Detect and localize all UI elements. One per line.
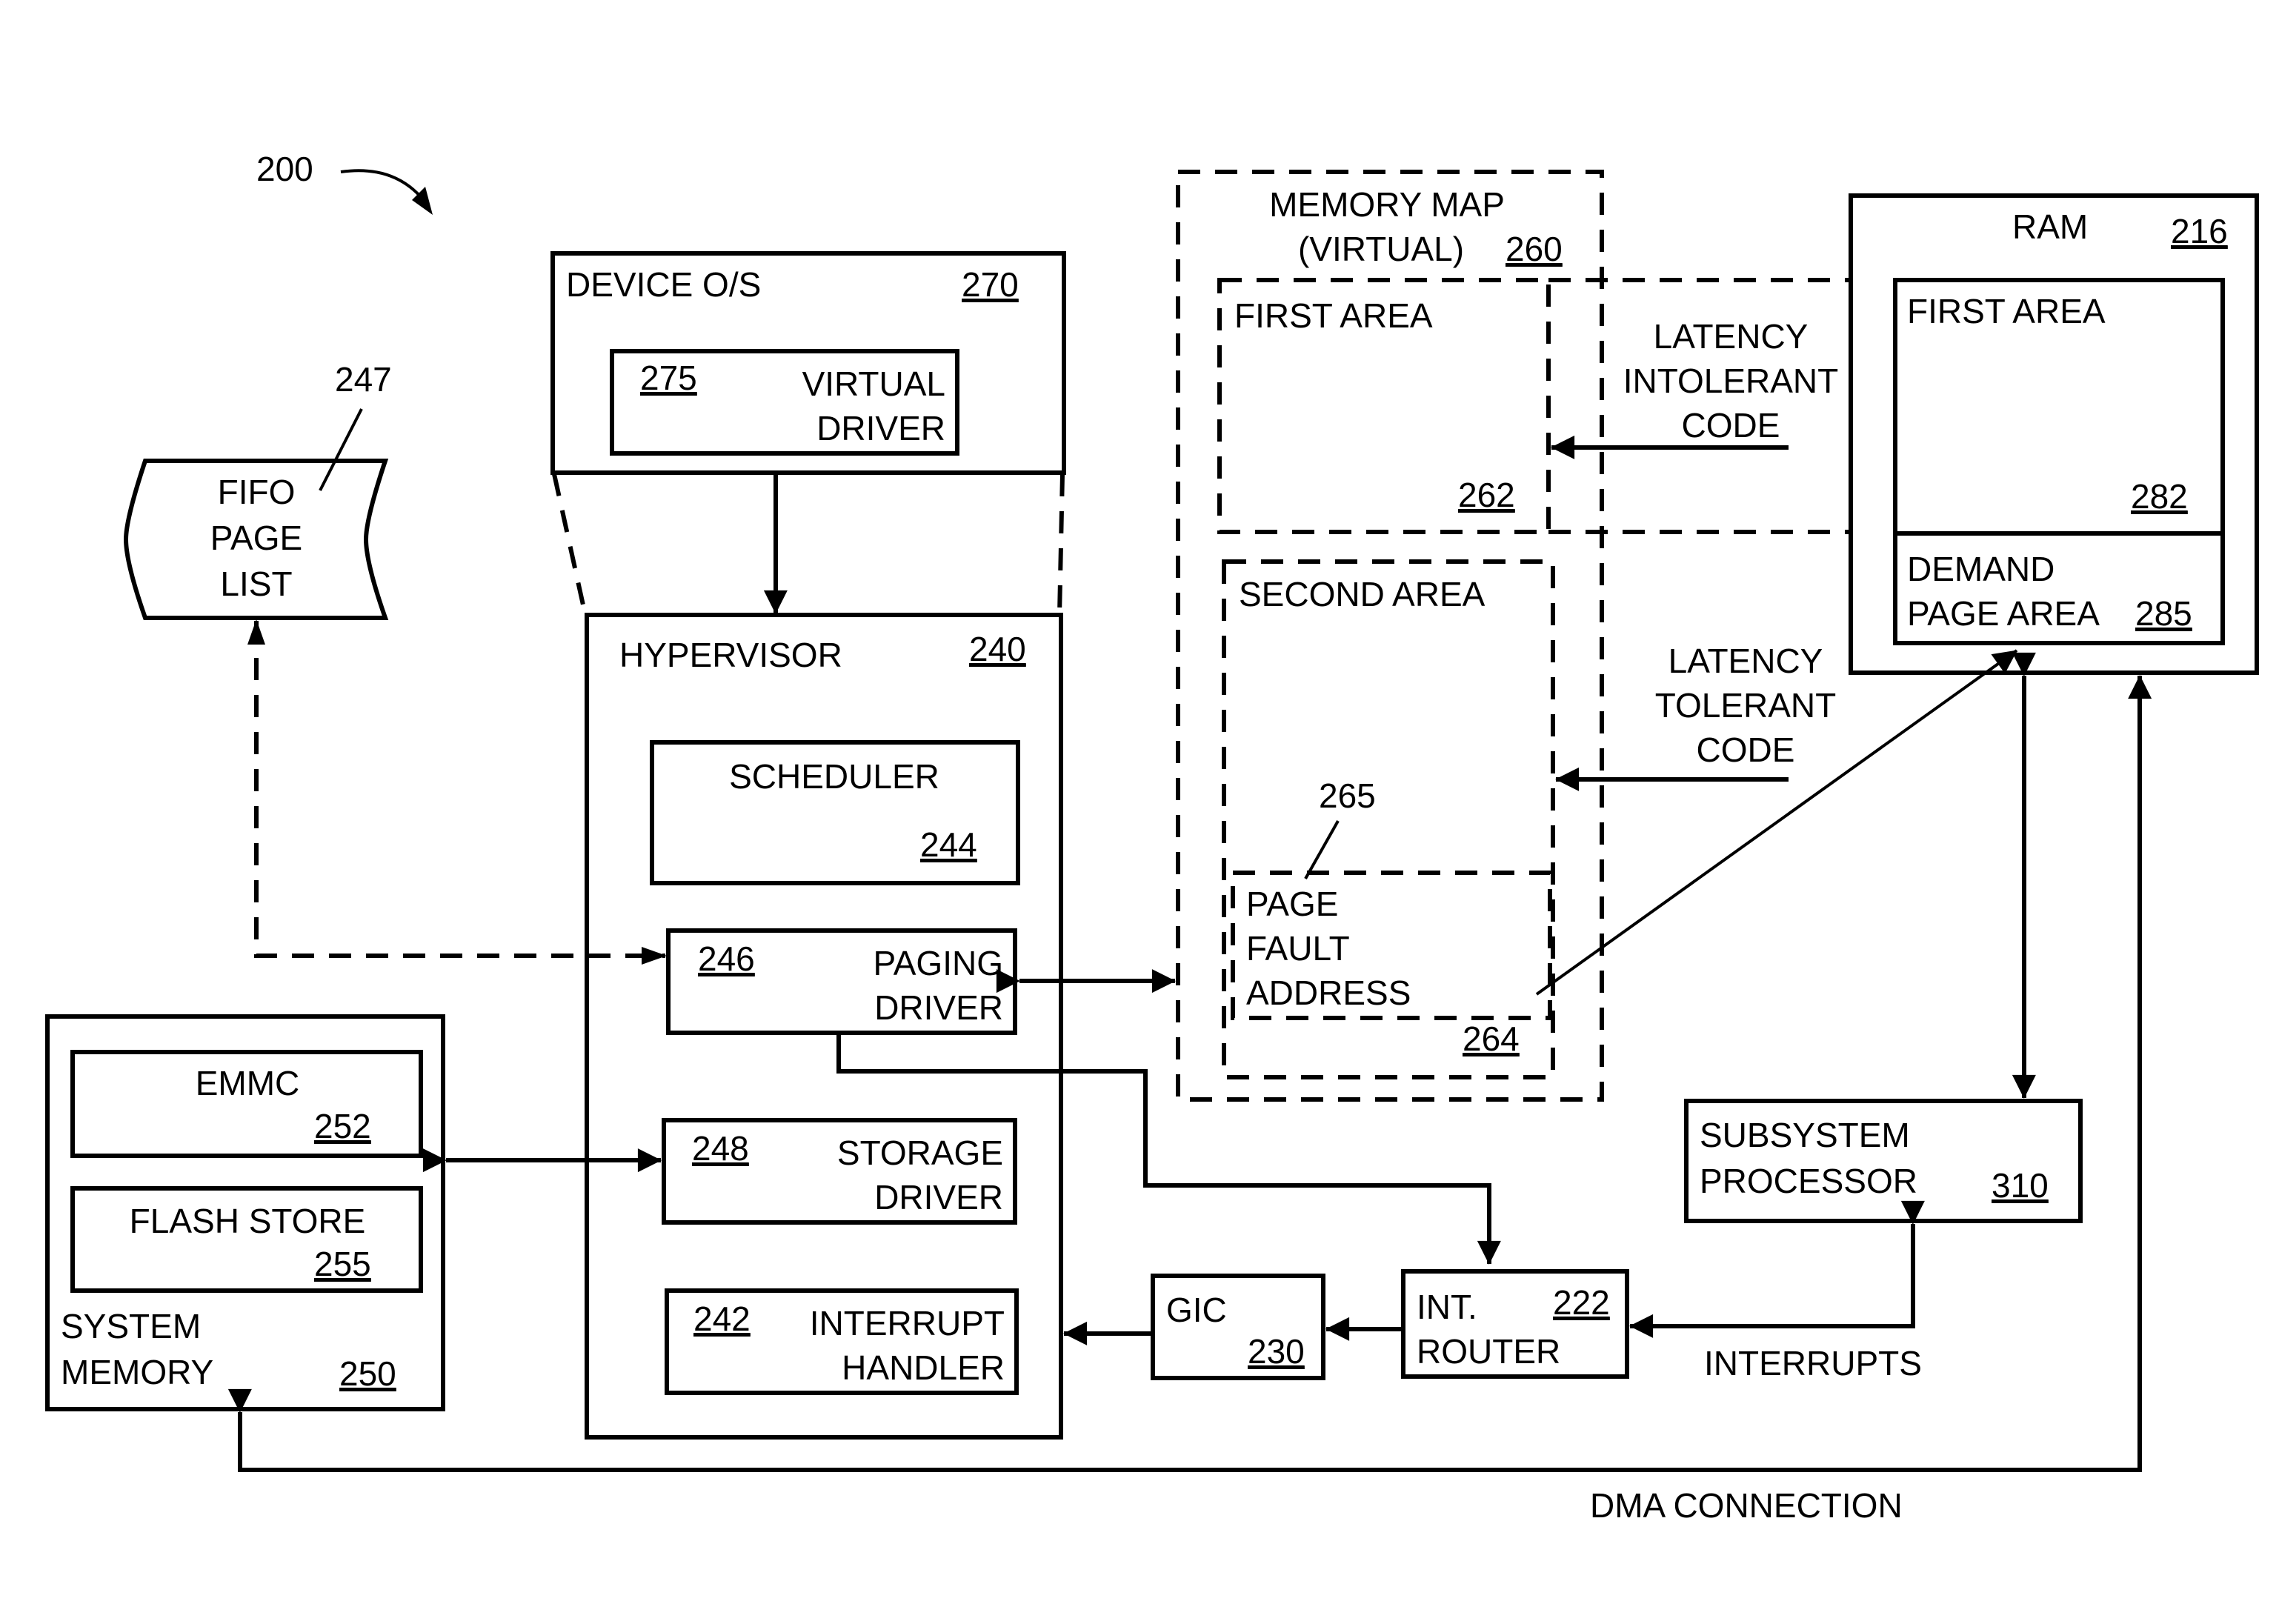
ram-ref: 216	[2171, 212, 2228, 250]
demand-page-line-2: PAGE AREA	[1907, 594, 2100, 633]
int-router-line-1: INT.	[1417, 1288, 1477, 1326]
memory-map: MEMORY MAP (VIRTUAL) 260 FIRST AREA 262 …	[1176, 170, 1604, 1102]
fifo-arrowhead-icon	[247, 619, 265, 645]
ram: RAM 216 FIRST AREA 282 DEMAND PAGE AREA …	[1849, 193, 2259, 675]
latency-intolerant-line-2: INTOLERANT	[1623, 362, 1839, 400]
page-fault-line-2: FAULT	[1246, 929, 1350, 968]
hypervisor-ref: 240	[969, 630, 1026, 668]
system-memory-line-1: SYSTEM	[61, 1307, 201, 1345]
system-memory: EMMC 252 FLASH STORE 255 SYSTEM MEMORY 2…	[45, 1014, 445, 1411]
hypervisor: HYPERVISOR 240 SCHEDULER 244 246 PAGING …	[585, 613, 1063, 1440]
emmc-label: EMMC	[196, 1064, 300, 1102]
system-memory-line-2: MEMORY	[61, 1353, 213, 1391]
fifo-ref: 247	[335, 360, 392, 399]
ram-first-area-label: FIRST AREA	[1907, 292, 2106, 330]
int-router-line-2: ROUTER	[1417, 1332, 1560, 1371]
scheduler-label: SCHEDULER	[729, 757, 939, 796]
memory-map-line-1: MEMORY MAP	[1269, 185, 1505, 224]
gic: GIC 230	[1151, 1274, 1325, 1380]
page-fault-line-1: PAGE	[1246, 885, 1338, 923]
fifo-line-3: LIST	[220, 565, 292, 603]
fifo-line-2: PAGE	[210, 519, 302, 557]
subsystem-ref: 310	[1992, 1166, 2049, 1205]
demand-page-ref: 285	[2135, 594, 2192, 633]
latency-tolerant-line-2: TOLERANT	[1655, 686, 1837, 725]
second-area-label: SECOND AREA	[1239, 575, 1485, 613]
subsystem-processor: SUBSYSTEM PROCESSOR 310	[1684, 1099, 2083, 1223]
hypervisor-title: HYPERVISOR	[619, 636, 842, 674]
projection-left	[552, 473, 588, 616]
device-os-ref: 270	[962, 265, 1019, 304]
interrupt-handler-line-1: INTERRUPT	[810, 1304, 1005, 1342]
int-router-ref: 222	[1553, 1283, 1610, 1322]
second-area-ref: 264	[1463, 1019, 1520, 1058]
gic-label: GIC	[1166, 1291, 1227, 1329]
paging-driver-ref: 246	[698, 939, 755, 978]
interrupts-label: INTERRUPTS	[1704, 1344, 1922, 1382]
virtual-driver-line-1: VIRTUAL	[802, 365, 945, 403]
gic-ref: 230	[1248, 1332, 1305, 1371]
demand-page-line-1: DEMAND	[1907, 550, 2055, 588]
figure-number: 200	[256, 150, 313, 188]
virtual-first-area-label: FIRST AREA	[1234, 296, 1433, 335]
latency-intolerant-line-1: LATENCY	[1654, 317, 1809, 356]
fifo-page-list: FIFO PAGE LIST 247	[123, 360, 392, 620]
paging-driver-line-2: DRIVER	[874, 988, 1003, 1027]
page-fault-ref: 265	[1319, 776, 1376, 815]
fifo-line-1: FIFO	[218, 473, 296, 511]
memory-map-line-2: (VIRTUAL)	[1298, 230, 1464, 268]
system-memory-ref: 250	[339, 1354, 396, 1393]
subsystem-line-2: PROCESSOR	[1700, 1162, 1917, 1200]
device-os: DEVICE O/S 270 275 VIRTUAL DRIVER	[550, 251, 1066, 475]
int-router: INT. ROUTER 222	[1401, 1269, 1629, 1379]
figure-reference: 200	[256, 150, 433, 215]
storage-driver-line-2: DRIVER	[874, 1178, 1003, 1217]
latency-tolerant-line-3: CODE	[1697, 731, 1795, 769]
interrupt-handler-line-2: HANDLER	[842, 1348, 1005, 1387]
virtual-first-area-ref: 262	[1458, 476, 1515, 514]
flash-store-ref: 255	[314, 1245, 371, 1283]
latency-intolerant-code: LATENCY INTOLERANT CODE	[1551, 317, 1839, 459]
memory-map-ref: 260	[1506, 230, 1563, 268]
latency-tolerant-line-1: LATENCY	[1669, 642, 1823, 680]
interrupts-line	[1629, 1200, 1925, 1338]
interrupt-handler-ref: 242	[693, 1299, 751, 1338]
virtual-driver-line-2: DRIVER	[816, 409, 945, 447]
figure-arrow	[340, 169, 424, 200]
dma-label: DMA CONNECTION	[1590, 1486, 1903, 1525]
storage-driver-ref: 248	[692, 1129, 749, 1168]
latency-tolerant-code: LATENCY TOLERANT CODE	[1555, 642, 1837, 791]
page-fault-leader-line	[1304, 820, 1340, 879]
storage-driver-line-1: STORAGE	[837, 1134, 1003, 1172]
page-fault-line-3: ADDRESS	[1246, 974, 1411, 1012]
latency-intolerant-line-3: CODE	[1682, 406, 1780, 445]
paging-driver-line-1: PAGING	[873, 944, 1003, 982]
block-diagram: 200 FIFO PAGE LIST 247 DEVICE O/S 270 27…	[45, 150, 2259, 1525]
subsystem-line-1: SUBSYSTEM	[1700, 1116, 1910, 1154]
device-os-title: DEVICE O/S	[566, 265, 761, 304]
projection-right	[1057, 473, 1065, 616]
ram-title: RAM	[2012, 207, 2088, 246]
virtual-driver-ref: 275	[640, 359, 697, 397]
ram-first-area-ref: 282	[2131, 477, 2188, 516]
flash-store-label: FLASH STORE	[130, 1202, 366, 1240]
emmc-ref: 252	[314, 1107, 371, 1145]
scheduler-ref: 244	[920, 825, 977, 864]
